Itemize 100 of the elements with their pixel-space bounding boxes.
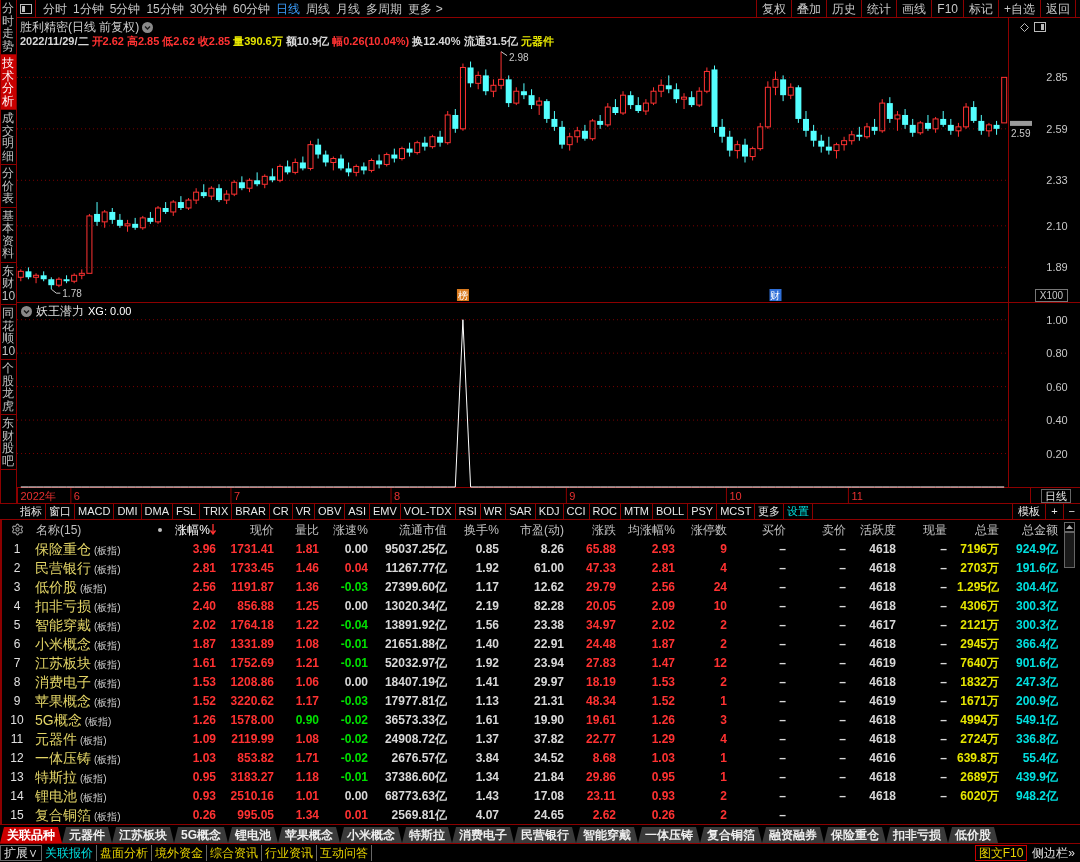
indicator-tab[interactable]: 更多 (755, 504, 785, 519)
indicator-tab[interactable]: BOLL (653, 504, 689, 519)
column-header[interactable]: 卖价 (822, 521, 846, 538)
sector-name[interactable]: 低价股 (35, 577, 77, 596)
dropdown-chevron-icon[interactable] (21, 305, 32, 317)
indicator-tab[interactable]: RSI (455, 504, 481, 519)
panel-toggle-icon[interactable] (1034, 22, 1046, 32)
column-header[interactable]: 总量 (975, 521, 999, 538)
event-marker[interactable]: 财 (769, 289, 782, 301)
toolbar-button[interactable]: 统计 (861, 0, 897, 17)
period-tab[interactable]: 更多 > (405, 0, 446, 17)
toolbar-button[interactable]: +自选 (998, 0, 1040, 17)
column-header[interactable]: 现价 (250, 521, 274, 538)
indicator-tab[interactable]: DMI (114, 504, 142, 519)
sidebar-tab[interactable]: 分价表 (1, 165, 16, 208)
panel-toggle-icon[interactable] (20, 3, 32, 14)
settings-icon[interactable] (10, 523, 24, 536)
period-tab[interactable]: 日线 (273, 0, 304, 17)
period-tab[interactable]: 1分钟 (70, 0, 107, 17)
indicator-tab[interactable]: CCI (563, 504, 590, 519)
indicator-tab[interactable]: ASI (345, 504, 370, 519)
sector-name[interactable]: 锂电池 (35, 786, 77, 805)
info-tab[interactable]: 境外资金 (152, 845, 207, 861)
sector-name[interactable]: 保险重仓 (35, 539, 91, 558)
sector-tab[interactable]: 5G概念 (174, 827, 228, 843)
column-header[interactable]: 总金额 (1022, 521, 1058, 538)
diamond-icon[interactable] (1020, 22, 1029, 32)
sector-tab[interactable]: 锂电池 (228, 827, 278, 843)
column-header[interactable]: 涨停数 (691, 521, 727, 538)
period-tab[interactable]: 60分钟 (230, 0, 274, 17)
indicator-tab[interactable]: WR (480, 504, 507, 519)
info-tab[interactable]: 关联报价 (42, 845, 97, 861)
indicator-tool-button[interactable]: 模板 (1012, 504, 1046, 519)
column-header[interactable]: 买价 (762, 521, 786, 538)
sidebar-tab[interactable]: 东财股吧 (1, 415, 16, 470)
info-tab[interactable]: 互动问答 (317, 845, 372, 861)
sector-name[interactable]: 民营银行 (35, 558, 91, 577)
period-tab[interactable]: 分时 (40, 0, 70, 17)
sector-name[interactable]: 扣非亏损 (35, 596, 91, 615)
sector-tab[interactable]: 一体压铸 (638, 827, 700, 843)
column-header[interactable]: 现量 (923, 521, 947, 538)
sector-tab[interactable]: 复合铜箔 (700, 827, 762, 843)
toolbar-button[interactable]: 复权 (756, 0, 792, 17)
indicator-tab[interactable]: 设置 (784, 504, 814, 519)
sector-tab[interactable]: 消费电子 (452, 827, 514, 843)
sector-tab[interactable]: 扣非亏损 (886, 827, 948, 843)
period-tab[interactable]: 周线 (303, 0, 334, 17)
period-tab[interactable]: 月线 (333, 0, 364, 17)
sector-tab[interactable]: 苹果概念 (278, 827, 340, 843)
sector-tab[interactable]: 低价股 (948, 827, 998, 843)
indicator-tab[interactable]: DMA (141, 504, 173, 519)
scrollbar-thumb[interactable] (1063, 532, 1075, 568)
scroll-up-button[interactable] (1063, 522, 1075, 532)
toolbar-button[interactable]: 画线 (896, 0, 932, 17)
status-button[interactable]: 图文F10 (974, 845, 1028, 861)
toolbar-button[interactable]: 叠加 (791, 0, 827, 17)
period-tab[interactable]: 5分钟 (106, 0, 144, 17)
sidebar-tab[interactable]: 个股龙虎 (1, 360, 16, 415)
sector-name[interactable]: 元器件 (35, 729, 77, 748)
indicator-tab[interactable]: EMV (369, 504, 401, 519)
sector-name[interactable]: 智能穿戴 (35, 615, 91, 634)
indicator-tab[interactable]: VOL-TDX (400, 504, 456, 519)
column-header[interactable]: 市盈(动) (520, 521, 564, 538)
column-header[interactable]: 量比 (295, 521, 319, 538)
indicator-tool-button[interactable]: + (1045, 504, 1063, 519)
sector-tab[interactable]: 关联品种 (0, 827, 62, 843)
dropdown-chevron-icon[interactable] (142, 21, 154, 33)
indicator-tab[interactable]: SAR (506, 504, 536, 519)
sector-tab[interactable]: 江苏板块 (112, 827, 174, 843)
sector-name[interactable]: 一体压铸 (35, 748, 91, 767)
sector-tab[interactable]: 元器件 (62, 827, 112, 843)
sector-tab[interactable]: 保险重仓 (824, 827, 886, 843)
indicator-tab[interactable]: OBV (315, 504, 346, 519)
toolbar-button[interactable]: 返回 (1040, 0, 1075, 17)
column-header[interactable]: 涨速% (333, 521, 368, 538)
sector-name[interactable]: 特斯拉 (35, 767, 77, 786)
column-header[interactable]: 涨跌 (592, 521, 616, 538)
sector-tab[interactable]: 小米概念 (340, 827, 402, 843)
indicator-tab[interactable]: KDJ (535, 504, 564, 519)
indicator-tab[interactable]: TRIX (200, 504, 233, 519)
indicator-tab[interactable]: CR (269, 504, 293, 519)
indicator-tab[interactable]: MTM (621, 504, 654, 519)
indicator-tab[interactable]: FSL (173, 504, 201, 519)
sector-tab[interactable]: 特斯拉 (402, 827, 452, 843)
column-header[interactable]: 均涨幅% (628, 521, 675, 538)
indicator-tab[interactable]: ROC (589, 504, 621, 519)
sidebar-tab[interactable]: 东财10 (1, 262, 16, 305)
indicator-tool-button[interactable]: − (1062, 504, 1080, 519)
sector-name[interactable]: 5G概念 (35, 710, 82, 729)
sector-name[interactable]: 小米概念 (35, 634, 91, 653)
status-button[interactable]: 侧边栏» (1029, 845, 1078, 861)
period-tab[interactable]: 多周期 (363, 0, 406, 17)
sidebar-tab[interactable]: 同花顺10 (1, 305, 16, 360)
indicator-tab[interactable]: 指标 (17, 504, 46, 519)
indicator-tab[interactable]: MCST (717, 504, 756, 519)
sector-tab[interactable]: 民营银行 (514, 827, 576, 843)
column-header[interactable]: 名称(15) (36, 521, 82, 538)
period-tab[interactable]: 15分钟 (143, 0, 187, 17)
sector-name[interactable]: 苹果概念 (35, 691, 91, 710)
column-header[interactable]: 换手% (464, 521, 499, 538)
